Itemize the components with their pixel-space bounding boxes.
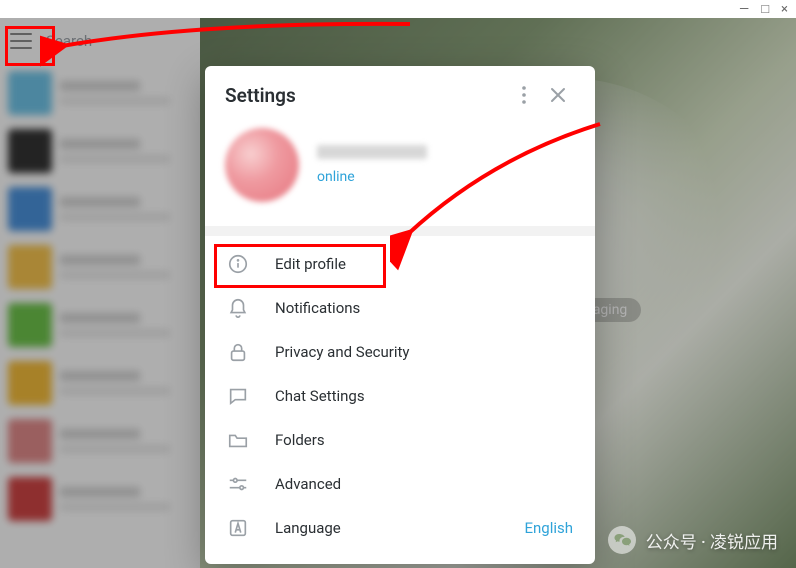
window-titlebar: — □ ×	[0, 0, 796, 18]
menu-edit-profile[interactable]: Edit profile	[205, 242, 595, 286]
window-close[interactable]: ×	[781, 3, 788, 16]
folder-icon	[227, 429, 249, 451]
menu-label: Edit profile	[275, 255, 346, 273]
status-label: online	[317, 169, 427, 185]
window-minimize[interactable]: —	[739, 3, 749, 16]
chat-icon	[227, 385, 249, 407]
info-icon	[227, 253, 249, 275]
menu-chat-settings[interactable]: Chat Settings	[205, 374, 595, 418]
profile-section: online	[205, 124, 595, 226]
menu-label: Privacy and Security	[275, 343, 410, 361]
close-icon[interactable]	[541, 78, 575, 112]
settings-modal: Settings online Edit profile	[205, 66, 595, 564]
menu-label: Language	[275, 519, 341, 537]
profile-name	[317, 145, 427, 159]
menu-folders[interactable]: Folders	[205, 418, 595, 462]
sliders-icon	[227, 473, 249, 495]
menu-language[interactable]: Language English	[205, 506, 595, 550]
menu-label: Folders	[275, 431, 325, 449]
menu-label: Chat Settings	[275, 387, 365, 405]
wechat-icon	[608, 526, 636, 554]
avatar[interactable]	[225, 128, 299, 202]
watermark: 公众号 · 凌锐应用	[608, 526, 778, 554]
settings-menu: Edit profile Notifications Privacy and S…	[205, 236, 595, 556]
menu-privacy[interactable]: Privacy and Security	[205, 330, 595, 374]
lock-icon	[227, 341, 249, 363]
menu-notifications[interactable]: Notifications	[205, 286, 595, 330]
window-maximize[interactable]: □	[761, 3, 769, 16]
bell-icon	[227, 297, 249, 319]
menu-label: Notifications	[275, 299, 360, 317]
watermark-text: 公众号 · 凌锐应用	[646, 528, 778, 553]
settings-title: Settings	[225, 84, 507, 107]
more-options-icon[interactable]	[507, 78, 541, 112]
menu-advanced[interactable]: Advanced	[205, 462, 595, 506]
menu-label: Advanced	[275, 475, 341, 493]
language-value: English	[524, 519, 573, 537]
language-icon	[227, 517, 249, 539]
